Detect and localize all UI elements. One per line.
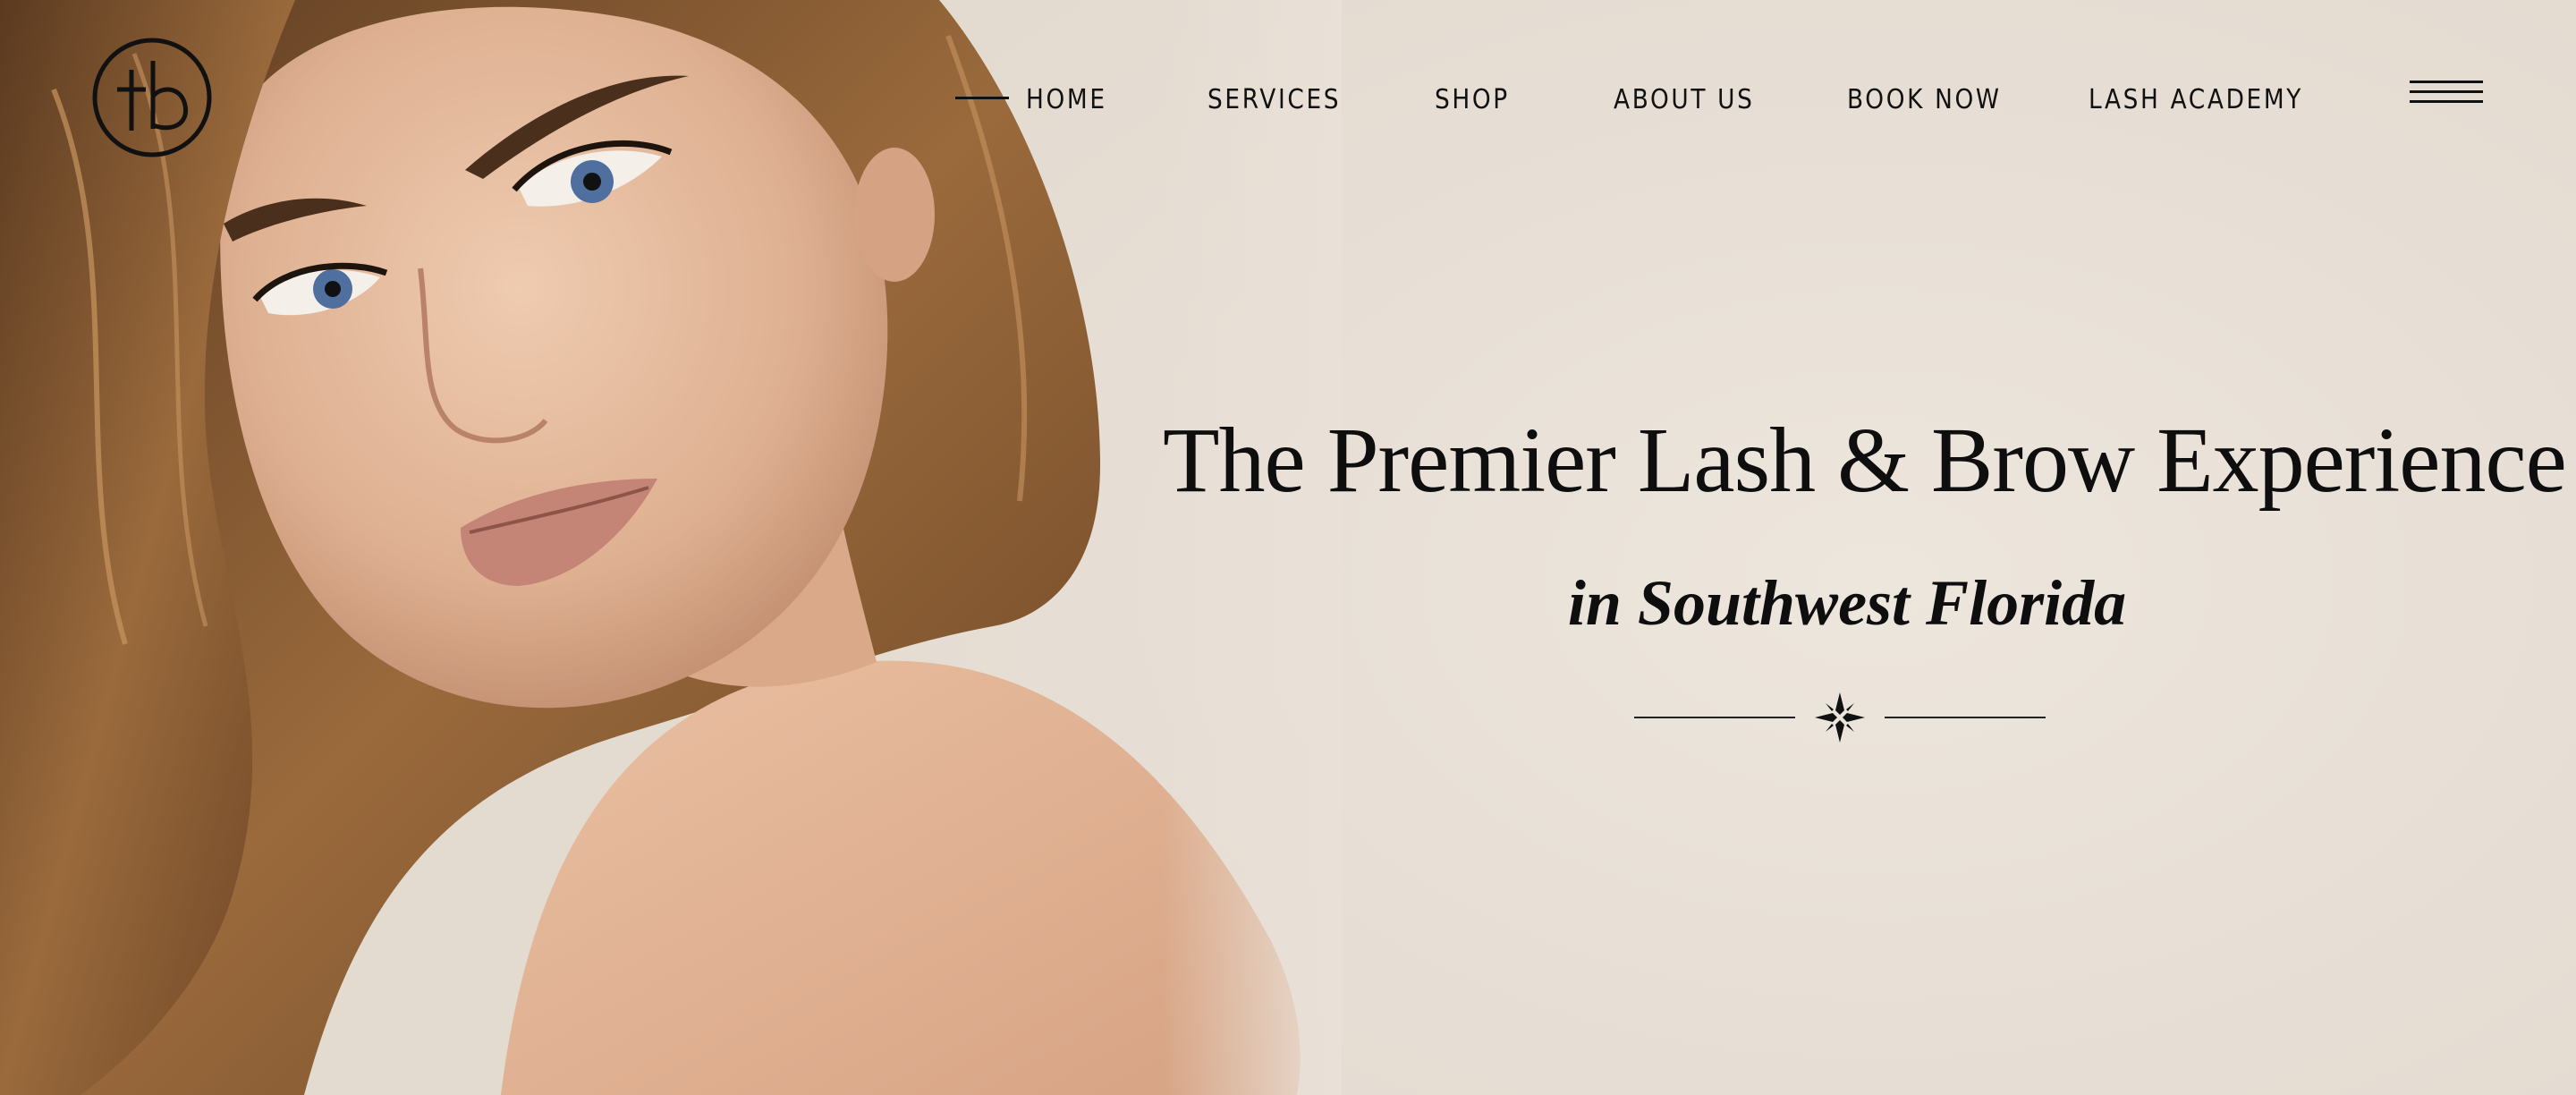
hamburger-line — [2410, 100, 2483, 103]
nav-item-book-now[interactable]: BOOK NOW — [1847, 73, 2002, 127]
active-nav-indicator — [955, 97, 1009, 99]
nav-item-shop[interactable]: SHOP — [1435, 73, 1510, 127]
divider-line-right — [1885, 717, 2046, 718]
nav-item-lash-academy[interactable]: LASH ACADEMY — [2089, 73, 2303, 127]
hamburger-line — [2410, 90, 2483, 93]
ornament-divider — [1634, 689, 2046, 746]
hamburger-menu-icon[interactable] — [2410, 81, 2483, 113]
nav-item-services[interactable]: SERVICES — [1208, 73, 1341, 127]
hero-section: HOME SERVICES SHOP ABOUT US BOOK NOW LAS… — [0, 0, 2576, 1095]
hero-subheadline: in Southwest Florida — [1567, 567, 2127, 639]
divider-line-left — [1634, 717, 1795, 718]
hamburger-line — [2410, 81, 2483, 83]
hero-headline: The Premier Lash & Brow Experience — [1163, 409, 2567, 512]
nav-item-about-us[interactable]: ABOUT US — [1614, 73, 1755, 127]
nav-item-home[interactable]: HOME — [1026, 73, 1107, 127]
main-navigation: HOME SERVICES SHOP ABOUT US BOOK NOW LAS… — [0, 73, 2576, 127]
diamond-sparkle-icon — [1815, 692, 1865, 743]
hero-portrait-image — [0, 0, 1342, 1095]
